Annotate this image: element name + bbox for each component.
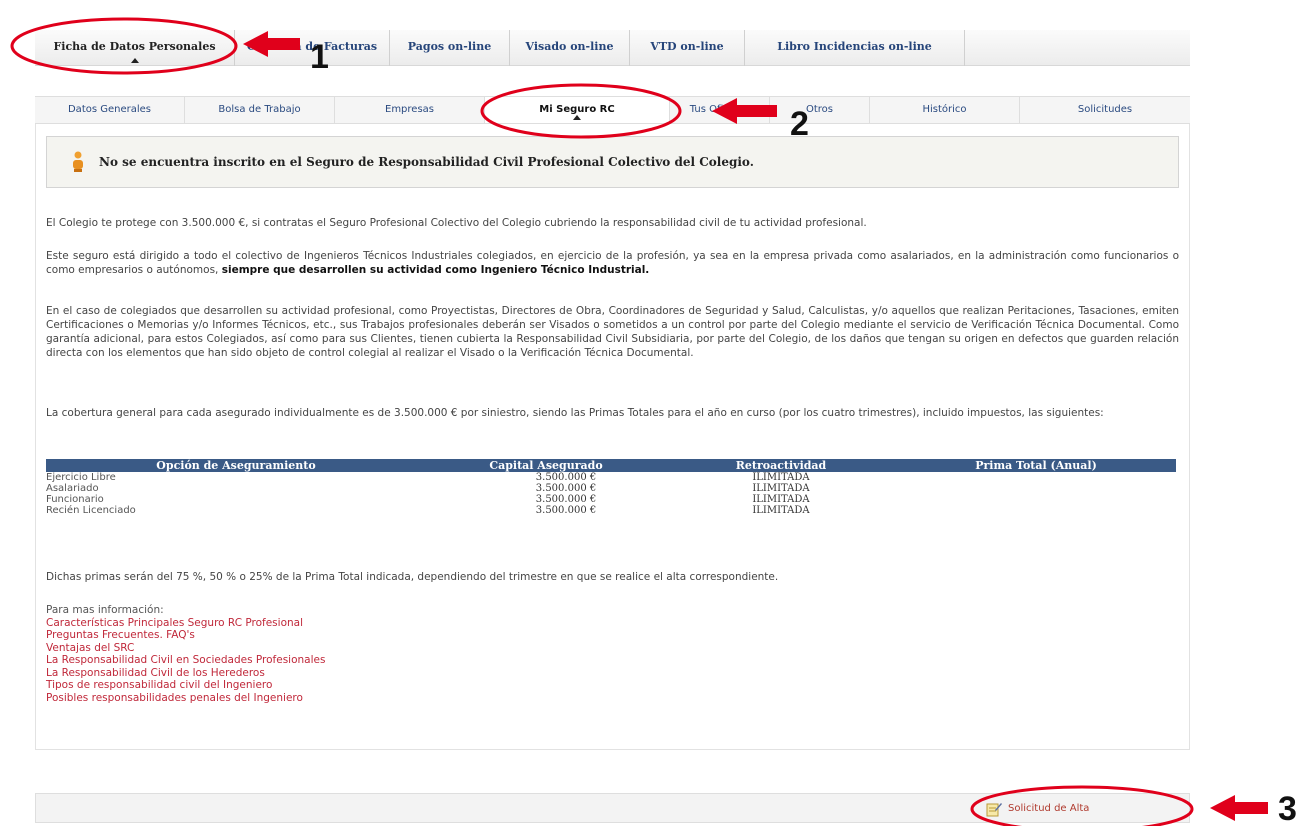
subtab-label: Otros (805, 104, 833, 115)
subtab-datos-generales[interactable]: Datos Generales (35, 97, 185, 123)
subtab-label: Solicitudes (1077, 104, 1133, 115)
subtab-historico[interactable]: Histórico (870, 97, 1020, 123)
table-cell: 3.500.000 € (535, 483, 597, 494)
coverage-paragraph: Este seguro está dirigido a todo el cole… (46, 249, 1179, 277)
table-cell: 3.500.000 € (535, 505, 597, 516)
column-header: Retroactividad (666, 459, 896, 472)
subtab-label: Histórico (922, 104, 967, 115)
subtab-label: Tus Oficinas (689, 104, 750, 115)
column-header: Capital Asegurado (426, 459, 666, 472)
subtab-solicitudes[interactable]: Solicitudes (1020, 97, 1190, 123)
alert-message: No se encuentra inscrito en el Seguro de… (99, 155, 754, 169)
edit-document-icon (986, 803, 1002, 817)
table-cell (896, 483, 1176, 494)
more-info-heading: Para mas información: (46, 604, 164, 616)
not-enrolled-alert: No se encuentra inscrito en el Seguro de… (46, 136, 1179, 188)
subtab-mi-seguro-rc[interactable]: Mi Seguro RC (485, 97, 670, 123)
tab-pagos-online[interactable]: Pagos on-line (390, 30, 510, 66)
intro-paragraph: El Colegio te protege con 3.500.000 €, s… (46, 217, 867, 229)
table-row: Asalariado 3.500.000 € ILIMITADA (46, 483, 1176, 494)
link-responsabilidades-penales[interactable]: Posibles responsabilidades penales del I… (46, 692, 325, 705)
tab-label: Pagos on-line (407, 40, 492, 53)
table-cell (896, 472, 1176, 483)
table-cell: ILIMITADA (752, 505, 810, 516)
premium-paragraph: La cobertura general para cada asegurado… (46, 407, 1104, 419)
tab-visado-online[interactable]: Visado on-line (510, 30, 630, 66)
column-header: Prima Total (Anual) (896, 459, 1176, 472)
table-cell (896, 505, 1176, 516)
tab-ficha-datos-personales[interactable]: Ficha de Datos Personales (35, 30, 235, 66)
subtab-label: Empresas (385, 104, 434, 115)
link-caracteristicas-rc[interactable]: Características Principales Seguro RC Pr… (46, 617, 325, 630)
solicitud-alta-button[interactable]: Solicitud de Alta (986, 797, 1089, 821)
warning-person-icon (73, 151, 83, 172)
link-faqs[interactable]: Preguntas Frecuentes. FAQ's (46, 629, 325, 642)
active-caret-icon (573, 115, 581, 120)
table-row: Recién Licenciado 3.500.000 € ILIMITADA (46, 505, 1176, 516)
table-cell: ILIMITADA (752, 472, 810, 483)
subtab-empresas[interactable]: Empresas (335, 97, 485, 123)
table-cell: Ejercicio Libre (46, 472, 116, 483)
link-rc-sociedades[interactable]: La Responsabilidad Civil en Sociedades P… (46, 654, 325, 667)
table-row: Ejercicio Libre 3.500.000 € ILIMITADA (46, 472, 1176, 483)
table-cell (896, 494, 1176, 505)
subtab-otros[interactable]: Otros (770, 97, 870, 123)
link-rc-herederos[interactable]: La Responsabilidad Civil de los Heredero… (46, 667, 325, 680)
annotation-number-3: 3 (1278, 790, 1297, 826)
link-tipos-rc[interactable]: Tipos de responsabilidad civil del Ingen… (46, 679, 325, 692)
subtab-bolsa-trabajo[interactable]: Bolsa de Trabajo (185, 97, 335, 123)
annotation-number-2: 2 (790, 105, 809, 143)
table-row: Funcionario 3.500.000 € ILIMITADA (46, 494, 1176, 505)
bottom-action-bar: Solicitud de Alta (35, 793, 1190, 823)
tab-label: VTD on-line (650, 40, 724, 53)
content-panel: No se encuentra inscrito en el Seguro de… (35, 124, 1190, 750)
column-header: Opción de Aseguramiento (46, 459, 426, 472)
table-header-row: Opción de Aseguramiento Capital Asegurad… (46, 459, 1176, 472)
table-cell: Funcionario (46, 494, 104, 505)
quarterly-note: Dichas primas serán del 75 %, 50 % o 25%… (46, 571, 779, 583)
table-cell: 3.500.000 € (535, 494, 597, 505)
tab-label: Libro Incidencias on-line (777, 40, 932, 53)
more-info-links: Para mas información: Características Pr… (46, 604, 325, 704)
annotation-number-1: 1 (310, 38, 329, 76)
table-cell: ILIMITADA (752, 483, 810, 494)
visado-paragraph: En el caso de colegiados que desarrollen… (46, 305, 1179, 359)
subtab-label: Bolsa de Trabajo (218, 104, 301, 115)
active-caret-icon (130, 58, 139, 63)
top-nav: Ficha de Datos Personales Consulta de Fa… (35, 30, 1190, 66)
arrow-icon-3 (1210, 795, 1268, 821)
table-cell: ILIMITADA (752, 494, 810, 505)
table-cell: Recién Licenciado (46, 505, 136, 516)
tab-vtd-online[interactable]: VTD on-line (630, 30, 745, 66)
insurance-options-table: Opción de Aseguramiento Capital Asegurad… (46, 459, 1176, 516)
tab-libro-incidencias-online[interactable]: Libro Incidencias on-line (745, 30, 965, 66)
sub-nav: Datos Generales Bolsa de Trabajo Empresa… (35, 96, 1190, 124)
link-ventajas-src[interactable]: Ventajas del SRC (46, 642, 325, 655)
coverage-bold-text: siempre que desarrollen su actividad com… (221, 264, 650, 276)
subtab-label: Datos Generales (67, 104, 152, 115)
table-cell: 3.500.000 € (535, 472, 597, 483)
subtab-tus-oficinas[interactable]: Tus Oficinas (670, 97, 770, 123)
tab-label: Visado on-line (525, 40, 614, 53)
tab-label: Ficha de Datos Personales (53, 40, 216, 53)
subtab-label: Mi Seguro RC (539, 104, 615, 115)
table-cell: Asalariado (46, 483, 99, 494)
solicitud-alta-label: Solicitud de Alta (1008, 803, 1090, 814)
